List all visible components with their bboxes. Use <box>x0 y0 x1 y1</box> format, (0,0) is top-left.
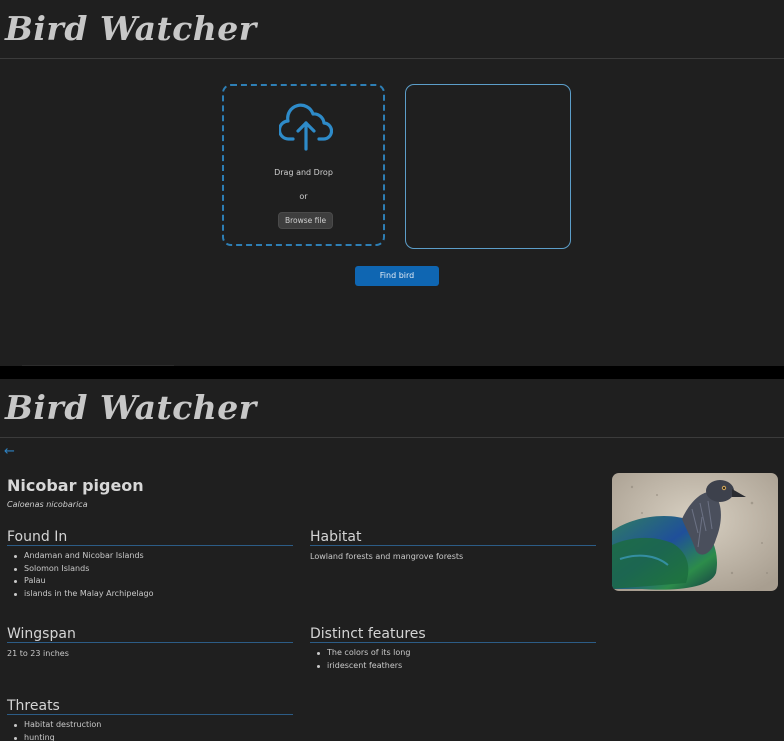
header-divider <box>0 437 784 438</box>
list-item: islands in the Malay Archipelago <box>7 588 153 601</box>
list-item: Palau <box>7 575 153 588</box>
back-arrow-icon[interactable]: ← <box>4 445 15 458</box>
footer-divider <box>22 365 174 366</box>
find-bird-button[interactable]: Find bird <box>355 266 439 286</box>
header-divider <box>0 58 784 59</box>
or-label: or <box>299 192 308 201</box>
list-item: hunting <box>7 732 101 741</box>
list-item: The colors of its long <box>310 647 410 660</box>
app-title: Bird Watcher <box>5 9 257 48</box>
drag-drop-label: Drag and Drop <box>274 168 333 177</box>
distinct-features-list: The colors of its long iridescent feathe… <box>310 647 410 672</box>
nicobar-pigeon-image <box>612 473 778 591</box>
bird-common-name: Nicobar pigeon <box>7 476 144 495</box>
distinct-features-heading: Distinct features <box>310 627 596 643</box>
habitat-heading: Habitat <box>310 530 596 546</box>
found-in-heading: Found In <box>7 530 293 546</box>
habitat-text: Lowland forests and mangrove forests <box>310 552 464 561</box>
list-item: Solomon Islands <box>7 563 153 576</box>
wingspan-heading: Wingspan <box>7 627 293 643</box>
list-item: iridescent feathers <box>310 660 410 673</box>
result-screen: Bird Watcher ← Nicobar pigeon Caloenas n… <box>0 379 784 741</box>
bird-scientific-name: Caloenas nicobarica <box>7 500 88 509</box>
list-item: Habitat destruction <box>7 719 101 732</box>
found-in-list: Andaman and Nicobar Islands Solomon Isla… <box>7 550 153 600</box>
drop-zone[interactable]: Drag and Drop or Browse file <box>222 84 385 246</box>
browse-file-button[interactable]: Browse file <box>278 212 333 229</box>
list-item: Andaman and Nicobar Islands <box>7 550 153 563</box>
cloud-upload-icon <box>279 103 333 151</box>
image-preview-box <box>405 84 571 249</box>
upload-screen: Bird Watcher Drag and Drop or Browse fil… <box>0 0 784 366</box>
wingspan-text: 21 to 23 inches <box>7 649 69 658</box>
bird-photo <box>612 473 778 591</box>
threats-heading: Threats <box>7 699 293 715</box>
threats-list: Habitat destruction hunting <box>7 719 101 741</box>
app-title: Bird Watcher <box>5 388 257 427</box>
